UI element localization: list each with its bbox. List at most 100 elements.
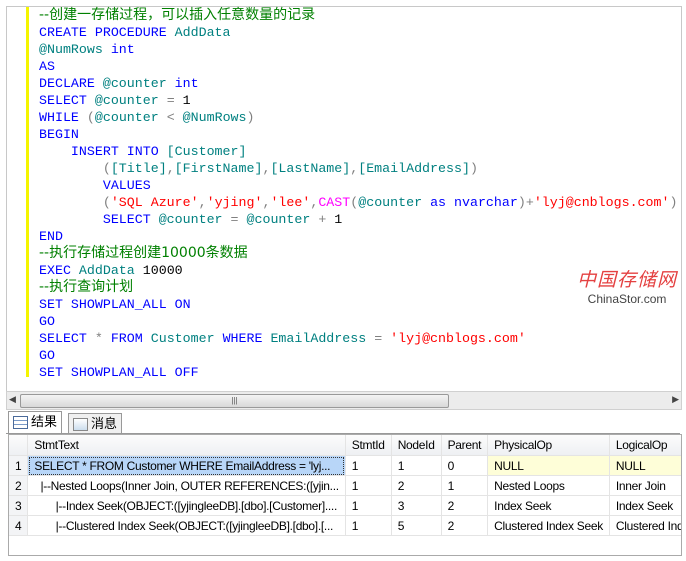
cell[interactable]: NULL (487, 455, 610, 476)
code-token: @NumRows (39, 42, 111, 57)
scroll-right-icon[interactable]: ▶ (672, 394, 679, 405)
code-token: --创建一存储过程，可以插入任意数量的记录 (39, 7, 316, 23)
code-token: 'yjing' (206, 195, 263, 210)
column-header[interactable]: NodeId (391, 435, 442, 456)
row-number[interactable]: 2 (9, 475, 29, 496)
code-token: @counter (94, 93, 167, 108)
code-token: SELECT (39, 93, 95, 108)
code-token: 1 (182, 93, 191, 108)
results-tabs: 结果 消息 (6, 411, 680, 434)
column-header[interactable] (9, 435, 29, 456)
cell[interactable]: |--Index Seek(OBJECT:([yjingleeDB].[dbo]… (27, 495, 346, 516)
cell[interactable]: Index Seek (609, 495, 681, 516)
code-token: = (166, 93, 183, 108)
cell[interactable]: |--Clustered Index Seek(OBJECT:([yjingle… (27, 515, 346, 536)
code-token: --执行存储过程创建10000条数据 (39, 245, 248, 261)
code-token: @NumRows (182, 110, 247, 125)
code-line: INSERT INTO [Customer] (39, 143, 677, 160)
cell[interactable]: 1 (345, 475, 392, 496)
code-token: @counter (358, 195, 431, 210)
code-token: , (198, 195, 207, 210)
code-token: + (318, 212, 335, 227)
table-row[interactable]: 4 |--Clustered Index Seek(OBJECT:([yjing… (9, 515, 681, 536)
horizontal-scrollbar[interactable]: ◀ ||| ▶ (6, 391, 682, 410)
code-token: WHILE (39, 110, 87, 125)
code-token: END (39, 229, 63, 244)
code-line: ('SQL Azure','yjing','lee',CAST(@counter… (39, 194, 678, 211)
table-row[interactable]: 3 |--Index Seek(OBJECT:([yjingleeDB].[db… (9, 495, 681, 516)
code-line: WHILE (@counter < @NumRows) (39, 109, 677, 126)
tab-messages-label: 消息 (91, 416, 118, 431)
code-token: ) (246, 110, 255, 125)
code-token: nvarchar (454, 195, 518, 210)
code-token: 10000 (142, 263, 183, 278)
code-token: --执行查询计划 (39, 279, 134, 295)
cell[interactable]: Clustered Index Seek (609, 515, 681, 536)
code-line: DECLARE @counter int (39, 75, 677, 92)
cell[interactable]: 3 (391, 495, 442, 516)
table-row[interactable]: 1 SELECT * FROM Customer WHERE EmailAddre… (9, 455, 681, 476)
tab-messages[interactable]: 消息 (68, 413, 123, 433)
code-token: DECLARE (39, 76, 103, 91)
sql-editor[interactable]: --创建一存储过程，可以插入任意数量的记录 CREATE PROCEDURE Ad… (6, 6, 682, 392)
row-number[interactable]: 1 (9, 455, 29, 476)
cell[interactable]: Clustered Index Seek (487, 515, 610, 536)
code-token: SET SHOWPLAN_ALL ON (39, 297, 191, 312)
cell[interactable]: 5 (391, 515, 442, 536)
code-token: )+ (517, 195, 534, 210)
code-token: 'lyj@cnblogs.com' (390, 331, 526, 346)
code-token: VALUES (39, 178, 151, 193)
code-token: 'lee' (270, 195, 311, 210)
column-header[interactable]: Parent (441, 435, 489, 456)
code-token: GO (39, 348, 55, 363)
cell[interactable]: 1 (345, 515, 392, 536)
code-token: as (430, 195, 455, 210)
code-area[interactable]: --创建一存储过程，可以插入任意数量的记录 CREATE PROCEDURE Ad… (39, 7, 677, 381)
code-token: ( (86, 110, 95, 125)
code-token: [Title] (110, 161, 167, 176)
code-token: AddData (174, 25, 231, 40)
cell[interactable]: 2 (441, 495, 489, 516)
code-token: SET SHOWPLAN_ALL OFF (39, 365, 199, 380)
code-line: VALUES (39, 177, 677, 194)
column-header[interactable]: StmtId (345, 435, 392, 456)
code-token: @counter (102, 76, 175, 91)
code-token: AddData (78, 263, 143, 278)
cell[interactable]: 2 (441, 515, 489, 536)
code-token: FROM (110, 331, 151, 346)
code-token: < (166, 110, 183, 125)
cell[interactable]: 1 (345, 495, 392, 516)
code-token: ) (469, 161, 478, 176)
row-number[interactable]: 4 (9, 515, 29, 536)
tab-results[interactable]: 结果 (8, 411, 63, 433)
column-header[interactable]: StmtText (27, 435, 346, 456)
cell[interactable]: 1 (391, 455, 442, 476)
code-token: = (230, 212, 247, 227)
code-token: , (166, 161, 175, 176)
column-header[interactable]: PhysicalOp (487, 435, 610, 456)
results-grid[interactable]: StmtText StmtId NodeId Parent PhysicalOp Logi… (8, 434, 682, 556)
cell[interactable]: 0 (441, 455, 489, 476)
column-header[interactable]: LogicalOp (609, 435, 681, 456)
cell[interactable]: 1 (345, 455, 392, 476)
table-row[interactable]: 2 |--Nested Loops(Inner Join, OUTER REFE… (9, 475, 681, 496)
cell[interactable]: 1 (441, 475, 489, 496)
tab-results-label: 结果 (31, 414, 58, 429)
scroll-left-icon[interactable]: ◀ (9, 394, 16, 405)
watermark-logo: 中国存储网 (577, 269, 678, 291)
row-number[interactable]: 3 (9, 495, 29, 516)
cell[interactable]: Index Seek (487, 495, 610, 516)
cell[interactable]: Inner Join (609, 475, 681, 496)
cell[interactable]: Nested Loops (487, 475, 610, 496)
code-token: ) (669, 195, 678, 210)
cell[interactable]: 2 (391, 475, 442, 496)
cell[interactable]: SELECT * FROM Customer WHERE EmailAddres… (27, 455, 346, 476)
watermark: 中国存储网 ChinaStor.com (577, 265, 677, 306)
change-margin (26, 7, 29, 377)
cell[interactable]: NULL (609, 455, 681, 476)
cell[interactable]: |--Nested Loops(Inner Join, OUTER REFERE… (27, 475, 346, 496)
code-token: EXEC (39, 263, 79, 278)
code-line: ([Title],[FirstName],[LastName],[EmailAd… (39, 160, 677, 177)
scroll-thumb[interactable]: ||| (20, 394, 449, 408)
message-icon (73, 418, 88, 431)
